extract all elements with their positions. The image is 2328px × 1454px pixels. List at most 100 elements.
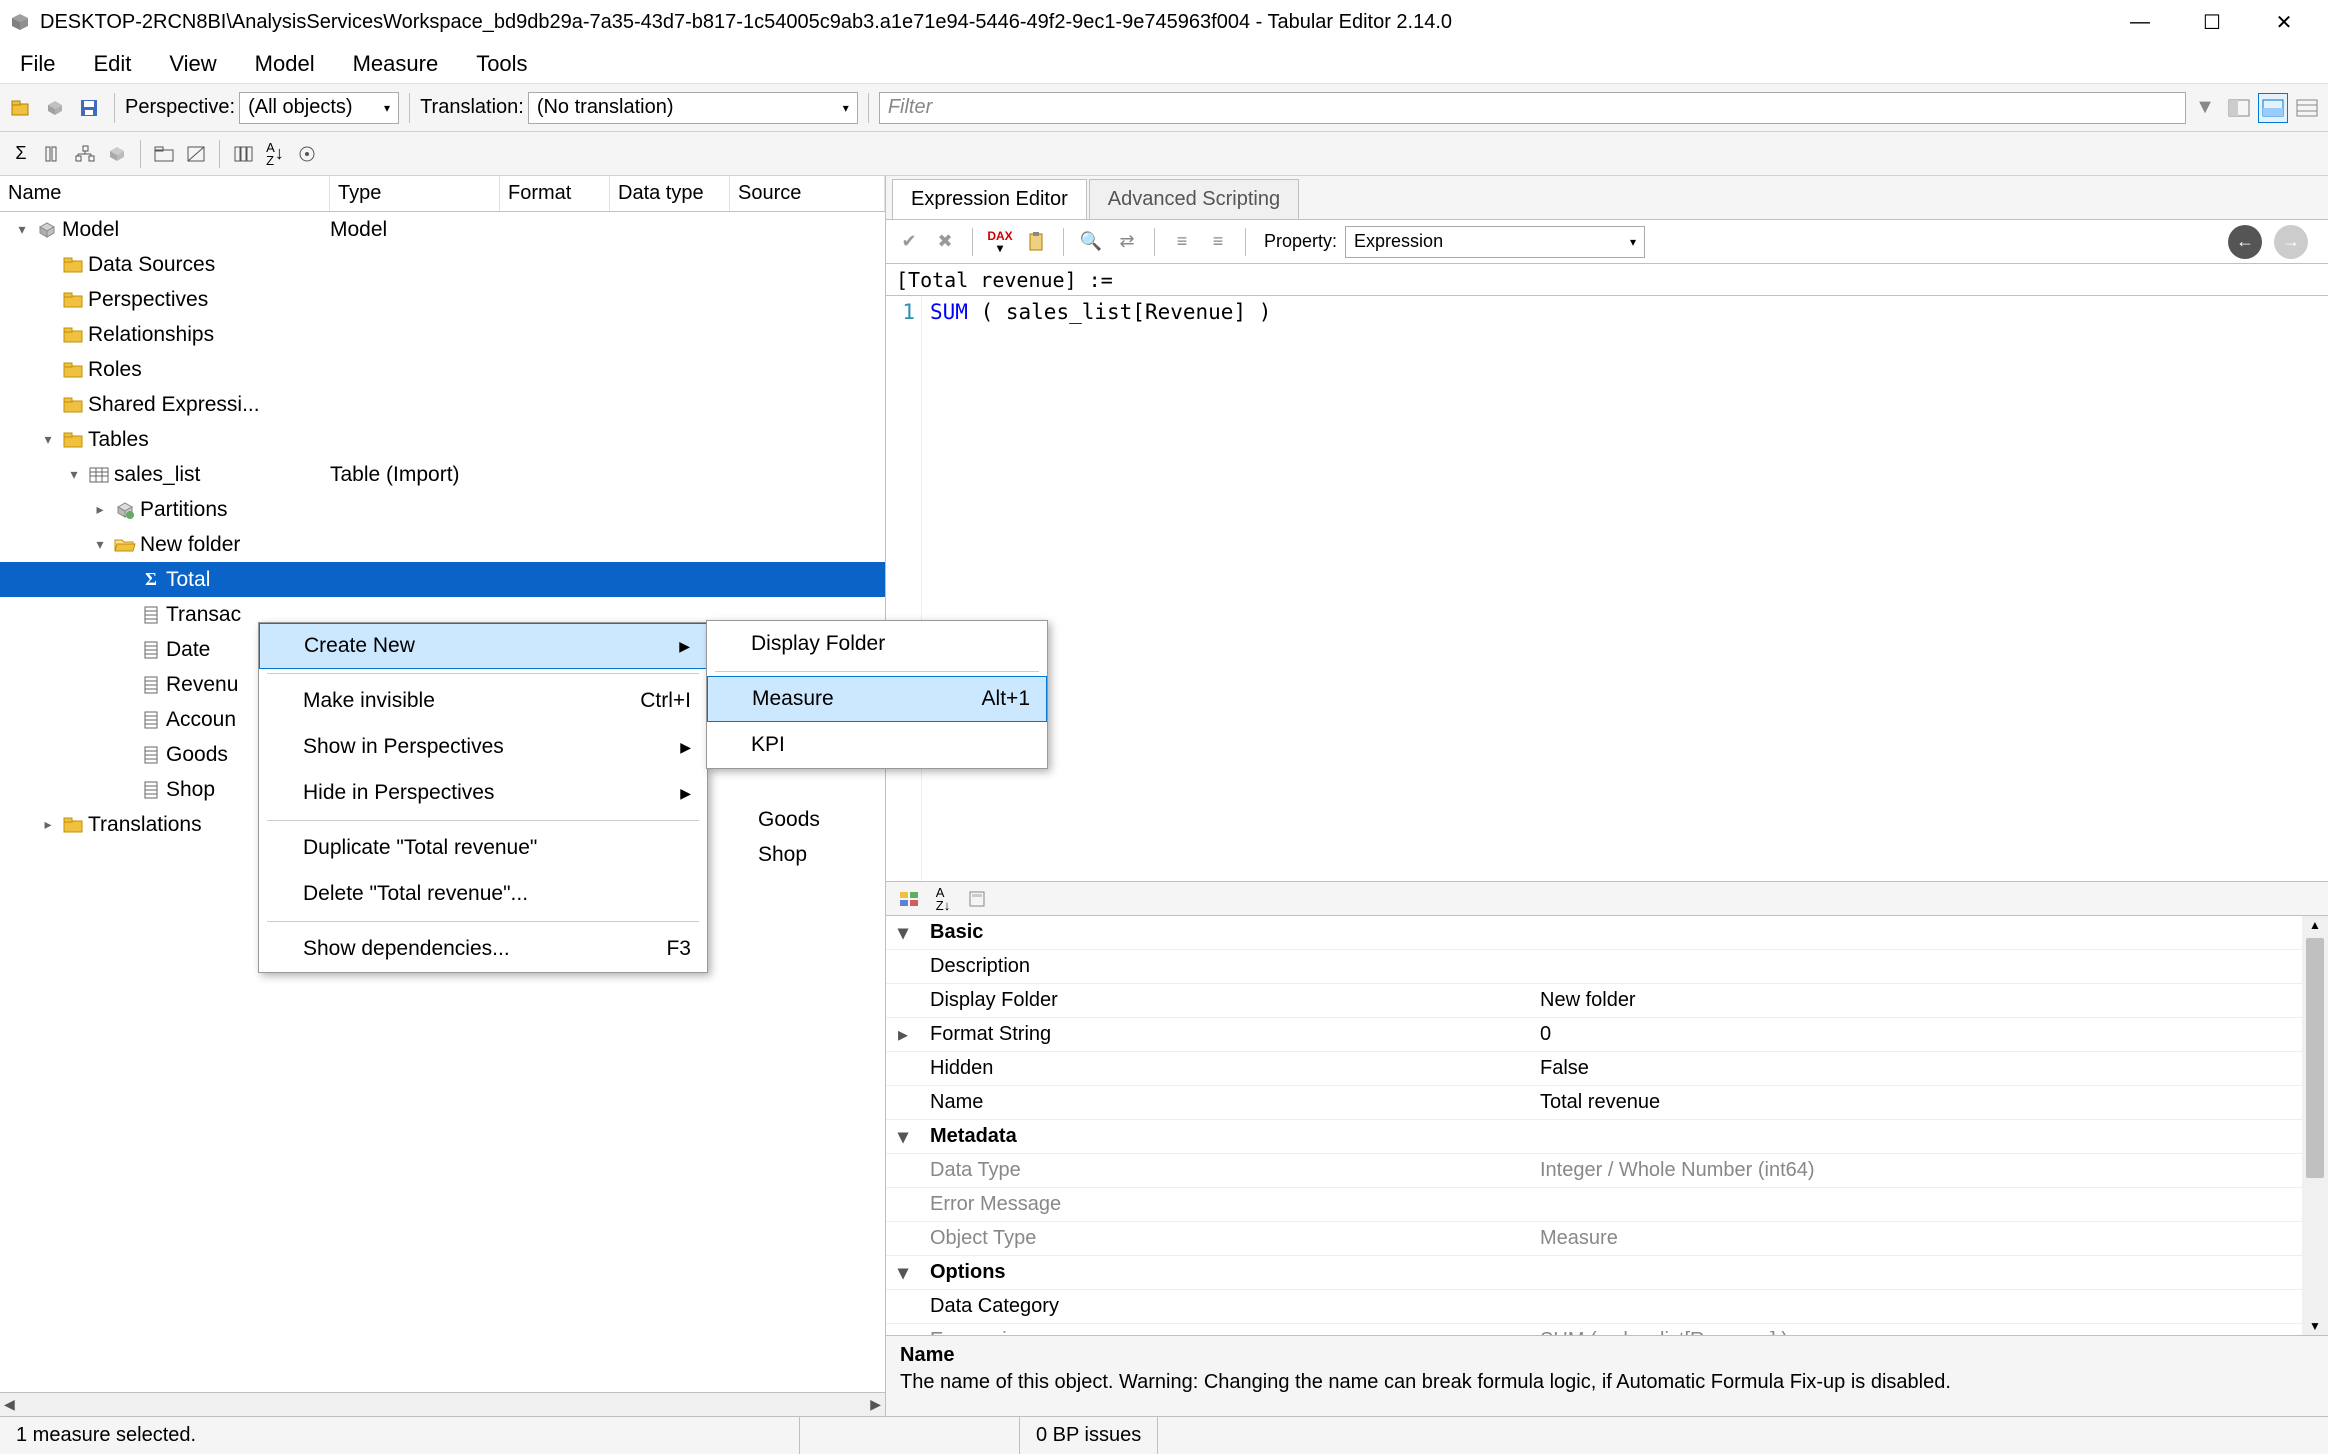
filter-input[interactable]: Filter <box>879 92 2186 124</box>
minimize-button[interactable]: ― <box>2104 0 2176 44</box>
filter-icon[interactable]: ▼ <box>2190 93 2220 123</box>
menu-tools[interactable]: Tools <box>466 47 537 81</box>
menu-edit[interactable]: Edit <box>83 47 141 81</box>
caret-down-icon: ▾ <box>1630 235 1636 249</box>
propgrid-row[interactable]: NameTotal revenue <box>886 1086 2328 1120</box>
translation-combo[interactable]: (No translation) ▾ <box>528 92 858 124</box>
toggle-3-icon[interactable] <box>2292 93 2322 123</box>
folder-view-icon[interactable] <box>149 139 179 169</box>
dax-format-icon[interactable]: DAX▾ <box>985 227 1015 257</box>
tree-row[interactable]: ▾sales_listTable (Import) <box>0 457 885 492</box>
ctx-delete[interactable]: Delete "Total revenue"... <box>259 871 707 917</box>
col-type[interactable]: Type <box>330 176 500 211</box>
propgrid-row[interactable]: ExpressionSUM ( sales_list[Revenue] ) <box>886 1324 2328 1336</box>
secondary-toolbar: Σ AZ↓ <box>0 132 2328 176</box>
search-icon[interactable]: 🔍 <box>1076 227 1106 257</box>
tree-row[interactable]: ΣTotal <box>0 562 885 597</box>
code-editor[interactable]: 1 SUM ( sales_list[Revenue] ) <box>886 296 2328 882</box>
property-grid[interactable]: ▾BasicDescriptionDisplay FolderNew folde… <box>886 916 2328 1336</box>
tree-row[interactable]: ▾ModelModel <box>0 212 885 247</box>
ctx-display-folder[interactable]: Display Folder <box>707 621 1047 667</box>
propgrid-row[interactable]: Display FolderNew folder <box>886 984 2328 1018</box>
outdent-icon[interactable]: ≡ <box>1203 227 1233 257</box>
ctx-make-invisible[interactable]: Make invisible Ctrl+I <box>259 678 707 724</box>
menu-file[interactable]: File <box>10 47 65 81</box>
sigma-icon[interactable]: Σ <box>6 139 36 169</box>
propgrid-row[interactable]: Data TypeInteger / Whole Number (int64) <box>886 1154 2328 1188</box>
propgrid-row[interactable]: ▾Options <box>886 1256 2328 1290</box>
open-folder-icon[interactable] <box>6 93 36 123</box>
propgrid-row[interactable]: HiddenFalse <box>886 1052 2328 1086</box>
sort-icon[interactable]: AZ↓ <box>260 139 290 169</box>
nav-forward-button[interactable]: → <box>2274 225 2308 259</box>
tree-row[interactable]: Data Sources <box>0 247 885 282</box>
propgrid-row[interactable]: Data Category <box>886 1290 2328 1324</box>
hide-icon[interactable] <box>181 139 211 169</box>
ctx-hide-perspectives[interactable]: Hide in Perspectives ▶ <box>259 770 707 816</box>
save-icon[interactable] <box>74 93 104 123</box>
columns-icon[interactable] <box>228 139 258 169</box>
titlebar: DESKTOP-2RCN8BI\AnalysisServicesWorkspac… <box>0 0 2328 44</box>
propgrid-row[interactable]: Object TypeMeasure <box>886 1222 2328 1256</box>
horizontal-scrollbar[interactable]: ◀▶ <box>0 1392 885 1416</box>
tree-row[interactable]: Perspectives <box>0 282 885 317</box>
menu-view[interactable]: View <box>159 47 226 81</box>
property-description: Name The name of this object. Warning: C… <box>886 1336 2328 1416</box>
status-bp: 0 BP issues <box>1020 1417 1158 1454</box>
col-source[interactable]: Source <box>730 176 885 211</box>
ctx-kpi[interactable]: KPI <box>707 722 1047 768</box>
ctx-create-new[interactable]: Create New ▶ Display Folder Measure Alt+… <box>259 623 707 669</box>
propgrid-row[interactable]: ▸Format String0 <box>886 1018 2328 1052</box>
col-format[interactable]: Format <box>500 176 610 211</box>
toggle-1-icon[interactable] <box>2224 93 2254 123</box>
col-name[interactable]: Name <box>0 176 330 211</box>
close-button[interactable]: ✕ <box>2248 0 2320 44</box>
toggle-2-icon[interactable] <box>2258 93 2288 123</box>
tree-row[interactable]: ▾Tables <box>0 422 885 457</box>
tree-row[interactable]: Relationships <box>0 317 885 352</box>
property-combo[interactable]: Expression ▾ <box>1345 226 1645 258</box>
column-icon[interactable] <box>38 139 68 169</box>
ctx-measure[interactable]: Measure Alt+1 <box>707 676 1047 722</box>
col-datatype[interactable]: Data type <box>610 176 730 211</box>
vertical-scrollbar[interactable]: ▲ ▼ <box>2302 916 2328 1335</box>
propgrid-row[interactable]: Error Message <box>886 1188 2328 1222</box>
perspective-combo[interactable]: (All objects) ▾ <box>239 92 399 124</box>
context-menu: Create New ▶ Display Folder Measure Alt+… <box>258 622 708 973</box>
submenu-arrow-icon: ▶ <box>650 739 691 756</box>
categorize-icon[interactable] <box>894 884 924 914</box>
maximize-button[interactable]: ☐ <box>2176 0 2248 44</box>
cube-small-icon[interactable] <box>102 139 132 169</box>
nav-back-button[interactable]: ← <box>2228 225 2262 259</box>
ctx-duplicate[interactable]: Duplicate "Total revenue" <box>259 825 707 871</box>
status-left: 1 measure selected. <box>0 1417 800 1454</box>
deploy-cube-icon[interactable] <box>40 93 70 123</box>
tree-row[interactable]: Shared Expressi... <box>0 387 885 422</box>
tab-expression-editor[interactable]: Expression Editor <box>892 179 1087 219</box>
ctx-show-dependencies[interactable]: Show dependencies... F3 <box>259 926 707 972</box>
propdesc-name: Name <box>900 1344 2314 1367</box>
ctx-show-perspectives[interactable]: Show in Perspectives ▶ <box>259 724 707 770</box>
tab-advanced-scripting[interactable]: Advanced Scripting <box>1089 179 1299 219</box>
hierarchy-icon[interactable] <box>70 139 100 169</box>
expression-title: [Total revenue] := <box>886 264 2328 296</box>
tree-row[interactable]: ▾New folder <box>0 527 885 562</box>
alpha-sort-icon[interactable]: AZ↓ <box>928 884 958 914</box>
cancel-icon[interactable]: ✖ <box>930 227 960 257</box>
indent-icon[interactable]: ≡ <box>1167 227 1197 257</box>
paste-icon[interactable] <box>1021 227 1051 257</box>
target-icon[interactable] <box>292 139 322 169</box>
accept-icon[interactable]: ✔ <box>894 227 924 257</box>
caret-down-icon: ▾ <box>843 101 849 115</box>
menu-measure[interactable]: Measure <box>343 47 449 81</box>
menu-model[interactable]: Model <box>245 47 325 81</box>
prop-pages-icon[interactable] <box>962 884 992 914</box>
propgrid-row[interactable]: ▾Basic <box>886 916 2328 950</box>
editor-toolbar: ✔ ✖ DAX▾ 🔍 ⇄ ≡ ≡ Property: Expression ▾ … <box>886 220 2328 264</box>
propgrid-row[interactable]: ▾Metadata <box>886 1120 2328 1154</box>
propgrid-row[interactable]: Description <box>886 950 2328 984</box>
tree-row[interactable]: ▸Partitions <box>0 492 885 527</box>
property-label: Property: <box>1264 231 1337 252</box>
replace-icon[interactable]: ⇄ <box>1112 227 1142 257</box>
tree-row[interactable]: Roles <box>0 352 885 387</box>
